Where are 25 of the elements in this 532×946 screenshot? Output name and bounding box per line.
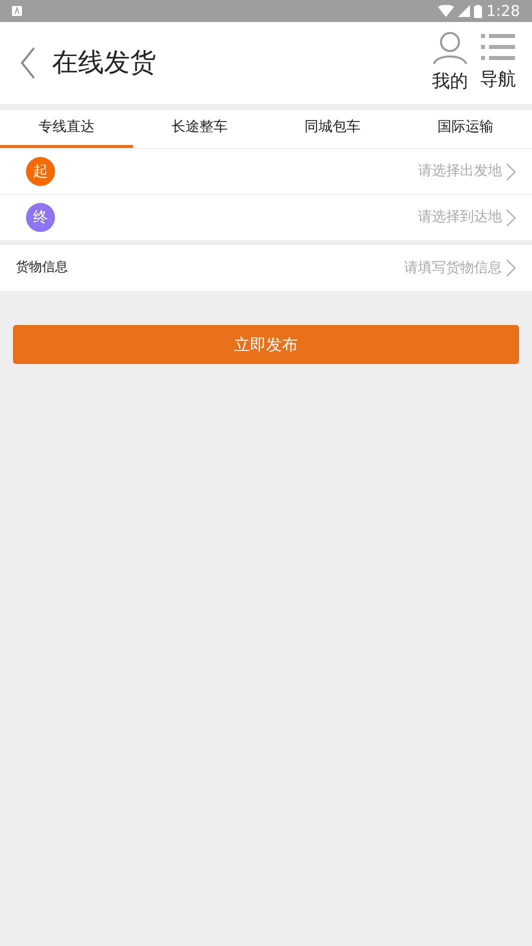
route-badge: 终 — [26, 203, 55, 232]
location-placeholder: 请选择出发地 — [418, 162, 502, 181]
battery-icon — [474, 4, 482, 18]
person-icon — [432, 32, 468, 64]
cargo-label: 货物信息 — [16, 259, 68, 278]
header-action-button[interactable]: 导航 — [480, 32, 516, 94]
chevron-right-icon — [506, 162, 516, 180]
tab[interactable]: 长途整车 — [133, 110, 266, 148]
list-icon — [481, 32, 515, 62]
location-row[interactable]: 终 请选择到达地 — [0, 195, 532, 241]
tab[interactable]: 国际运输 — [399, 110, 532, 148]
cargo-row[interactable]: 货物信息 请填写货物信息 — [0, 245, 532, 291]
cargo-placeholder: 请填写货物信息 — [404, 258, 502, 278]
page-title: 在线发货 — [52, 46, 156, 80]
route-badge: 起 — [26, 157, 55, 186]
header-action-button[interactable]: 我的 — [432, 32, 468, 94]
location-placeholder: 请选择到达地 — [418, 208, 502, 227]
wifi-icon — [438, 5, 454, 17]
back-icon[interactable] — [20, 47, 36, 79]
chevron-right-icon — [506, 259, 516, 277]
signal-icon — [458, 5, 470, 17]
status-time: 1:28 — [486, 0, 520, 22]
notification-icon — [12, 6, 22, 16]
tab[interactable]: 同城包车 — [266, 110, 399, 148]
chevron-right-icon — [506, 208, 516, 226]
